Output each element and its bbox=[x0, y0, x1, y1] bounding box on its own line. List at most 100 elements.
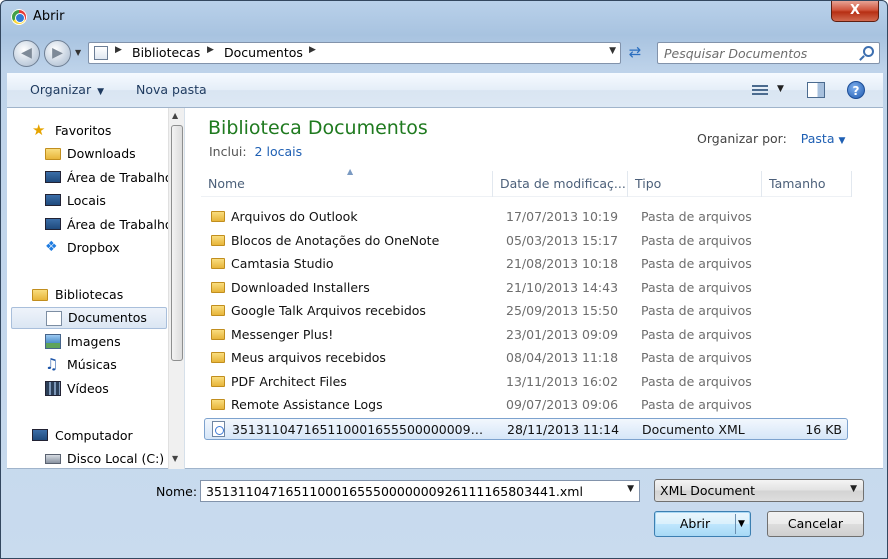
recent-places-icon bbox=[45, 194, 61, 206]
file-row[interactable]: Camtasia Studio 21/08/2013 10:18 Pasta de … bbox=[204, 253, 848, 275]
content-area: ★ Favoritos Downloads Área de Trabalho L… bbox=[7, 108, 883, 469]
videos-icon bbox=[45, 381, 61, 396]
search-box[interactable] bbox=[657, 42, 880, 64]
filename-combobox[interactable]: ▼ bbox=[200, 480, 640, 502]
nav-favorites[interactable]: ★ Favoritos bbox=[7, 120, 167, 142]
filename-label: Nome: bbox=[156, 484, 198, 499]
nav-item-documentos[interactable]: Documentos bbox=[11, 307, 167, 329]
nav-item-local-disk[interactable]: Disco Local (C:) bbox=[7, 448, 167, 469]
nav-item-label: Imagens bbox=[67, 334, 121, 349]
breadcrumb-arrow-icon[interactable]: ▶ bbox=[207, 45, 214, 55]
recent-pages-dropdown[interactable]: ▼ bbox=[75, 48, 81, 57]
nav-libraries[interactable]: Bibliotecas bbox=[7, 284, 167, 306]
title-bar: Abrir X bbox=[1, 1, 887, 33]
library-title: Biblioteca Documentos bbox=[208, 117, 428, 139]
open-button[interactable]: Abrir ▼ bbox=[654, 511, 751, 537]
view-options-dropdown-icon[interactable]: ▼ bbox=[777, 84, 784, 94]
cancel-button[interactable]: Cancelar bbox=[767, 511, 864, 537]
breadcrumb-documentos[interactable]: Documentos bbox=[224, 45, 303, 60]
nav-libraries-label: Bibliotecas bbox=[55, 287, 124, 302]
file-row[interactable]: Downloaded Installers 21/10/2013 14:43 Pas… bbox=[204, 277, 848, 299]
file-type: Pasta de arquivos bbox=[641, 326, 752, 342]
file-date: 23/01/2013 09:09 bbox=[506, 326, 619, 342]
libraries-icon bbox=[32, 289, 48, 301]
new-folder-button[interactable]: Nova pasta bbox=[136, 82, 207, 97]
arrange-by-dropdown[interactable]: Pasta ▼ bbox=[801, 131, 846, 146]
arrange-by-value: Pasta bbox=[800, 131, 835, 146]
arrange-by-label: Organizar por: bbox=[697, 131, 787, 146]
filetype-select[interactable]: XML Document ▼ bbox=[654, 479, 864, 502]
preview-pane-icon[interactable] bbox=[807, 82, 825, 98]
help-icon[interactable]: ? bbox=[847, 81, 865, 99]
nav-item-label: Área de Trabalho bbox=[67, 217, 173, 232]
library-icon bbox=[94, 46, 108, 60]
scrollbar-thumb[interactable] bbox=[171, 125, 183, 361]
file-date: 17/07/2013 10:19 bbox=[506, 209, 619, 224]
file-row[interactable]: Remote Assistance Logs 09/07/2013 09:06 Pa… bbox=[204, 394, 848, 416]
file-name: Camtasia Studio bbox=[231, 256, 334, 271]
breadcrumb-bibliotecas[interactable]: Bibliotecas bbox=[132, 45, 200, 60]
open-options-dropdown-icon[interactable]: ▼ bbox=[738, 512, 745, 536]
nav-item-desktop-2[interactable]: Área de Trabalho bbox=[7, 214, 173, 236]
search-input[interactable] bbox=[662, 44, 852, 62]
column-header-size[interactable]: Tamanho bbox=[762, 171, 852, 197]
organize-button[interactable]: Organizar ▼ bbox=[30, 82, 104, 97]
file-row[interactable]: Meus arquivos recebidos 08/04/2013 11:18 P… bbox=[204, 347, 848, 369]
column-header-type[interactable]: Tipo bbox=[628, 171, 762, 197]
nav-item-label: Dropbox bbox=[67, 240, 120, 255]
refresh-button[interactable]: ⇄ bbox=[623, 42, 647, 64]
nav-item-musicas[interactable]: ♫ Músicas bbox=[7, 354, 167, 376]
nav-item-desktop[interactable]: Área de Trabalho bbox=[7, 167, 173, 189]
file-type: Pasta de arquivos bbox=[641, 209, 752, 224]
nav-item-label: Área de Trabalho bbox=[67, 170, 173, 185]
nav-item-dropbox[interactable]: ❖ Dropbox bbox=[7, 237, 167, 259]
file-name: Google Talk Arquivos recebidos bbox=[231, 303, 426, 318]
address-bar[interactable]: ▶ Bibliotecas ▶ Documentos ▶ ▼ bbox=[88, 42, 621, 64]
pictures-icon bbox=[45, 334, 61, 349]
filename-input[interactable] bbox=[204, 482, 619, 500]
breadcrumb-arrow-icon[interactable]: ▶ bbox=[115, 45, 122, 55]
nav-computer[interactable]: Computador bbox=[7, 425, 167, 447]
nav-item-downloads[interactable]: Downloads bbox=[7, 143, 167, 165]
file-date: 28/11/2013 11:14 bbox=[507, 421, 620, 437]
folder-icon bbox=[211, 352, 225, 363]
column-header-date[interactable]: Data de modificaç... bbox=[493, 171, 628, 197]
file-row[interactable]: Messenger Plus! 23/01/2013 09:09 Pasta de … bbox=[204, 324, 848, 346]
file-type: Documento XML bbox=[642, 421, 745, 437]
window-title: Abrir bbox=[33, 9, 65, 24]
column-header-name[interactable]: Nome bbox=[201, 171, 493, 197]
refresh-icon: ⇄ bbox=[628, 43, 642, 61]
chevron-down-icon: ▼ bbox=[838, 136, 846, 146]
nav-item-label: Locais bbox=[67, 193, 106, 208]
downloads-folder-icon bbox=[45, 148, 61, 160]
forward-button[interactable]: ▶ bbox=[44, 40, 71, 67]
search-icon[interactable] bbox=[863, 46, 874, 57]
file-name: Blocos de Anotações do OneNote bbox=[231, 232, 440, 248]
file-row[interactable]: Arquivos do Outlook 17/07/2013 10:19 Pasta… bbox=[204, 206, 848, 228]
scroll-up-icon[interactable]: ▲ bbox=[172, 111, 178, 120]
back-button[interactable]: ◀ bbox=[13, 40, 40, 67]
nav-item-imagens[interactable]: Imagens bbox=[7, 331, 167, 353]
address-dropdown-icon[interactable]: ▼ bbox=[609, 46, 616, 56]
nav-favorites-label: Favoritos bbox=[55, 123, 112, 138]
forward-arrow-icon: ▶ bbox=[52, 45, 63, 61]
file-row[interactable]: 35131104716511000165550000000926111... 28… bbox=[204, 417, 848, 440]
chevron-down-icon[interactable]: ▼ bbox=[627, 484, 634, 494]
nav-item-locais[interactable]: Locais bbox=[7, 190, 167, 212]
file-row[interactable]: Google Talk Arquivos recebidos 25/09/2013… bbox=[204, 300, 848, 322]
library-includes: Inclui: 2 locais bbox=[209, 144, 302, 159]
file-row[interactable]: Blocos de Anotações do OneNote 05/03/2013… bbox=[204, 230, 848, 252]
disk-drive-icon bbox=[45, 454, 61, 464]
nav-item-videos[interactable]: Vídeos bbox=[7, 378, 167, 400]
file-name: PDF Architect Files bbox=[231, 373, 347, 389]
file-type: Pasta de arquivos bbox=[641, 350, 752, 365]
file-row[interactable]: PDF Architect Files 13/11/2013 16:02 Pasta… bbox=[204, 371, 848, 393]
desktop-icon bbox=[45, 218, 61, 230]
close-button[interactable]: X bbox=[831, 1, 879, 22]
nav-scrollbar[interactable]: ▲ ▼ bbox=[168, 108, 184, 469]
file-type: Pasta de arquivos bbox=[641, 397, 752, 412]
change-view-icon[interactable] bbox=[752, 85, 768, 97]
breadcrumb-arrow-icon[interactable]: ▶ bbox=[309, 45, 316, 55]
scroll-down-icon[interactable]: ▼ bbox=[172, 454, 178, 463]
includes-locations-link[interactable]: 2 locais bbox=[255, 144, 303, 159]
